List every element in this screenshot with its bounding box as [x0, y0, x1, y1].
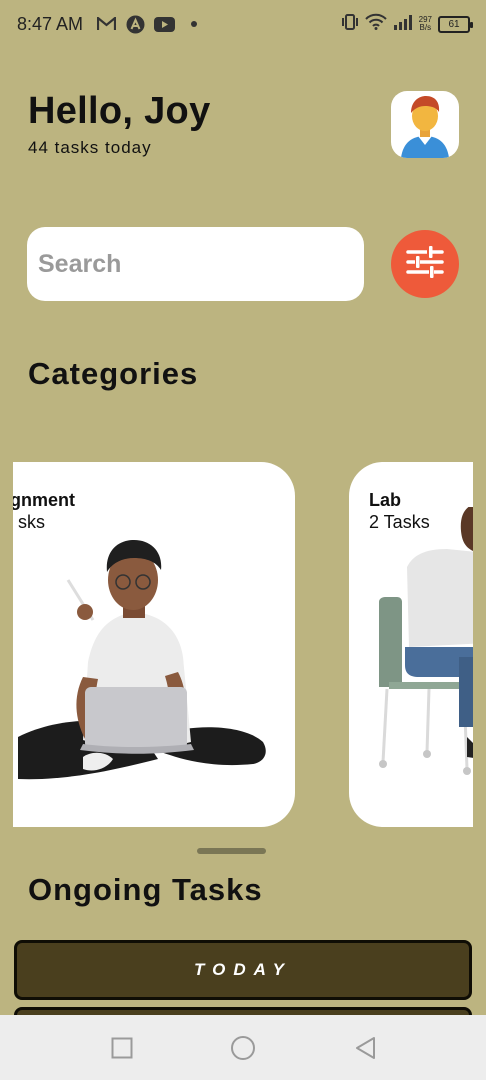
student-desk-illustration — [379, 507, 473, 775]
arc-app-icon — [125, 14, 145, 34]
recents-square-icon[interactable] — [109, 1035, 135, 1061]
sliders-icon — [405, 245, 445, 284]
category-card-assignment[interactable]: gnment sks — [13, 462, 295, 827]
ongoing-tasks-title: Ongoing Tasks — [28, 872, 263, 907]
categories-carousel[interactable]: gnment sks Lab 2 Tasks — [13, 462, 473, 828]
status-bar: 8:47 AM 297 B/s 61 — [0, 0, 486, 48]
dot-icon — [190, 14, 198, 34]
user-avatar-icon[interactable] — [391, 91, 459, 158]
system-nav-bar — [0, 1015, 486, 1080]
vibrate-icon — [341, 13, 359, 35]
battery-level: 61 — [448, 18, 460, 30]
status-right-group: 297 B/s 61 — [341, 12, 473, 36]
back-triangle-icon[interactable] — [353, 1035, 379, 1061]
search-box — [27, 227, 364, 301]
network-speed: 297 B/s — [419, 16, 432, 32]
filter-button[interactable] — [391, 230, 459, 298]
signal-icon — [393, 14, 413, 35]
today-tab-button[interactable]: TODAY — [14, 940, 472, 1000]
status-time: 8:47 AM — [17, 14, 84, 34]
search-input[interactable] — [27, 227, 327, 301]
battery-icon: 61 — [438, 15, 473, 33]
carousel-scroll-indicator — [197, 848, 266, 854]
wifi-icon — [364, 13, 387, 35]
greeting-title: Hello, Joy — [28, 90, 211, 132]
youtube-icon — [153, 14, 175, 34]
gmail-icon — [96, 14, 116, 34]
task-count: 44 tasks today — [28, 138, 152, 157]
today-tab-label: TODAY — [194, 960, 292, 979]
home-circle-icon[interactable] — [230, 1035, 256, 1061]
categories-title: Categories — [28, 356, 199, 391]
student-laptop-illustration — [18, 540, 266, 780]
network-speed-unit: B/s — [419, 23, 432, 32]
category-card-lab[interactable]: Lab 2 Tasks — [349, 462, 473, 827]
